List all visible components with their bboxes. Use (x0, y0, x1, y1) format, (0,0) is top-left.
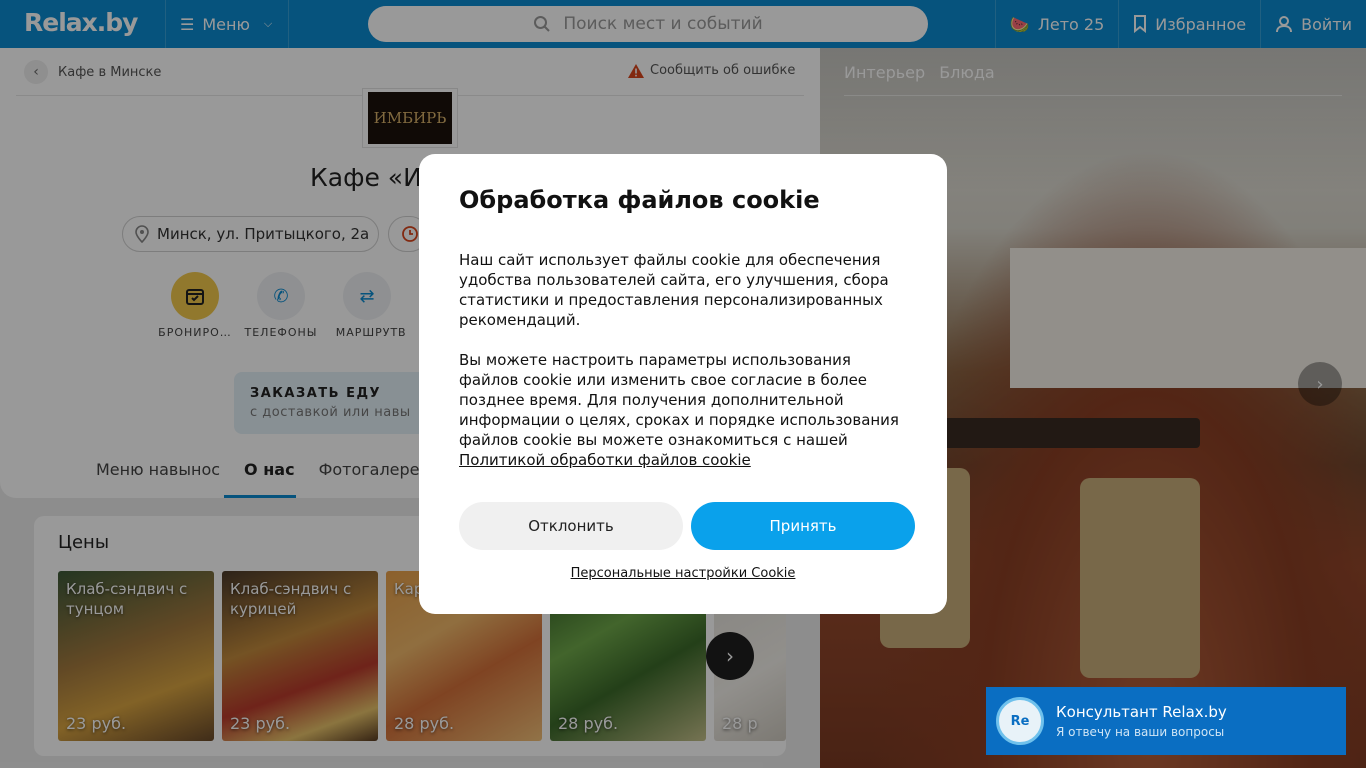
decline-button[interactable]: Отклонить (459, 502, 683, 550)
cookie-dialog: Обработка файлов cookie Наш сайт использ… (419, 154, 947, 614)
accept-button[interactable]: Принять (691, 502, 915, 550)
cookie-text-1: Наш сайт использует файлы cookie для обе… (459, 251, 889, 329)
cookie-text-2-body: Вы можете настроить параметры использова… (459, 351, 899, 449)
cookie-title: Обработка файлов cookie (459, 186, 820, 214)
avatar: Re (996, 697, 1044, 745)
consultant-widget[interactable]: Re Консультант Relax.by Я отвечу на ваши… (986, 687, 1346, 755)
cookie-settings-link[interactable]: Персональные настройки Cookie (419, 566, 947, 581)
cookie-policy-link[interactable]: Политикой обработки файлов cookie (459, 451, 751, 469)
consultant-title: Консультант Relax.by (1056, 703, 1227, 721)
consultant-subtitle: Я отвечу на ваши вопросы (1056, 725, 1225, 739)
cookie-text-2: Вы можете настроить параметры использова… (459, 350, 909, 470)
